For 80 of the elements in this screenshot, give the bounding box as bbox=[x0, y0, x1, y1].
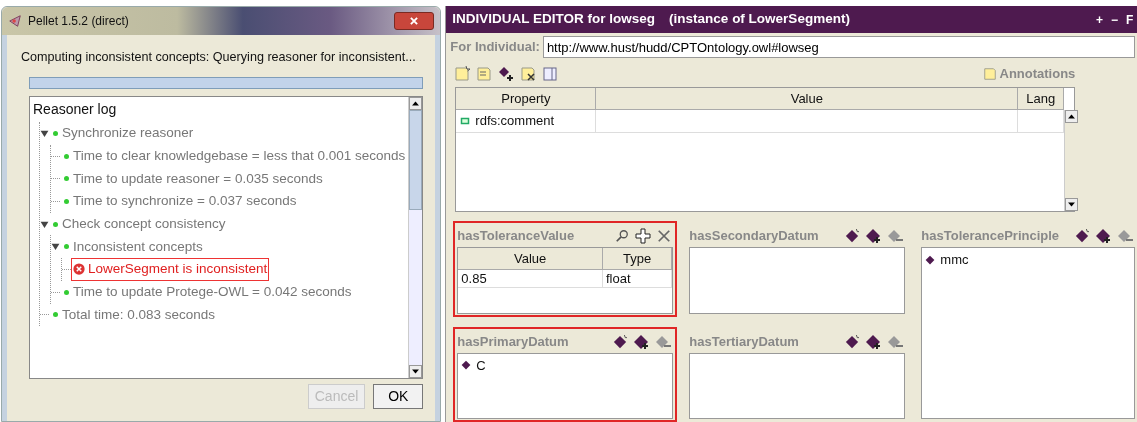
panel-icon[interactable] bbox=[542, 66, 559, 82]
log-entry[interactable]: Time to synchronize = 0.037 seconds bbox=[73, 191, 297, 212]
instance-name[interactable]: C bbox=[476, 355, 486, 375]
column-header[interactable]: Property bbox=[456, 88, 597, 110]
status-message: Computing inconsistent concepts: Querying reasoner for inconsistent... bbox=[21, 49, 416, 66]
scroll-thumb[interactable] bbox=[409, 110, 423, 210]
add-instance-icon[interactable] bbox=[1095, 228, 1112, 244]
expand-toggle-icon[interactable] bbox=[40, 128, 49, 138]
log-title: Reasoner log bbox=[33, 100, 118, 119]
field-label: For Individual: bbox=[450, 38, 540, 57]
window-title: Pellet 1.5.2 (direct) bbox=[28, 13, 129, 30]
add-icon[interactable] bbox=[635, 228, 652, 244]
status-dot bbox=[64, 289, 69, 295]
app-icon bbox=[8, 14, 22, 28]
new-instance-icon[interactable] bbox=[845, 334, 860, 349]
status-dot bbox=[64, 176, 69, 182]
header-button[interactable]: F bbox=[1126, 10, 1134, 29]
instance-icon bbox=[925, 254, 936, 265]
property-icon bbox=[459, 117, 472, 125]
add-instance-icon[interactable] bbox=[865, 228, 882, 244]
status-dot bbox=[64, 244, 69, 250]
close-icon bbox=[409, 16, 420, 26]
status-dot bbox=[64, 153, 69, 159]
panel-title: hasSecondaryDatum bbox=[689, 227, 819, 246]
scroll-down-button[interactable] bbox=[409, 365, 423, 378]
column-header[interactable]: Value bbox=[458, 248, 603, 270]
delete-note-icon[interactable] bbox=[520, 66, 537, 82]
remove-instance-icon[interactable] bbox=[655, 333, 672, 350]
status-dot bbox=[64, 198, 69, 204]
column-header[interactable]: Type bbox=[602, 248, 673, 270]
error-icon bbox=[73, 263, 85, 276]
column-header[interactable]: Lang bbox=[1018, 88, 1065, 110]
log-entry[interactable]: Time to update reasoner = 0.035 seconds bbox=[73, 168, 323, 189]
log-entry[interactable]: Time to clear knowledgebase = less that 0.001 seconds bbox=[73, 145, 406, 167]
remove-instance-icon[interactable] bbox=[1117, 228, 1134, 244]
scroll-up-button[interactable] bbox=[409, 97, 423, 110]
new-instance-icon[interactable] bbox=[845, 229, 860, 243]
expand-toggle-icon[interactable] bbox=[51, 242, 60, 252]
log-entry[interactable]: LowerSegment is inconsistent bbox=[71, 258, 270, 281]
expand-toggle-icon[interactable] bbox=[40, 219, 49, 229]
panel-title: hasPrimaryDatum bbox=[457, 332, 569, 351]
panel-title: hasTertiaryDatum bbox=[689, 332, 799, 351]
status-dot bbox=[53, 221, 58, 227]
status-dot bbox=[53, 312, 58, 318]
editor-subtitle: (instance of LowerSegment) bbox=[669, 10, 850, 29]
instance-icon bbox=[461, 360, 472, 371]
new-instance-icon[interactable] bbox=[1075, 229, 1090, 243]
header-button[interactable]: − bbox=[1110, 10, 1118, 29]
note-icon bbox=[982, 67, 997, 81]
table-cell: 0.85 bbox=[458, 270, 603, 287]
instance-name[interactable]: mmc bbox=[940, 250, 969, 270]
editor-title: INDIVIDUAL EDITOR for lowseg bbox=[452, 10, 656, 29]
header-button[interactable]: + bbox=[1095, 10, 1103, 29]
scroll-up-button[interactable] bbox=[1065, 110, 1079, 123]
remove-instance-icon[interactable] bbox=[887, 333, 904, 350]
close-button[interactable] bbox=[394, 12, 435, 30]
add-instance-icon[interactable] bbox=[498, 66, 515, 82]
log-entry[interactable]: Check concept consistency bbox=[62, 213, 226, 235]
panel-title: hasToleranceValue bbox=[457, 227, 575, 246]
table-cell-text: rdfs:comment bbox=[475, 112, 555, 130]
remove-instance-icon[interactable] bbox=[887, 228, 904, 244]
ok-button[interactable]: OK bbox=[373, 384, 424, 409]
remove-icon[interactable] bbox=[657, 229, 672, 243]
table-cell: float bbox=[602, 270, 673, 287]
scrollbar[interactable] bbox=[1064, 110, 1079, 211]
log-entry[interactable]: Synchronize reasoner bbox=[62, 123, 194, 144]
individual-field[interactable]: http://www.hust/hudd/CPTOntology.owl#lowseg bbox=[542, 36, 1136, 58]
scrollbar[interactable] bbox=[408, 97, 423, 378]
add-instance-icon[interactable] bbox=[633, 333, 650, 350]
search-icon[interactable] bbox=[615, 229, 630, 243]
status-dot bbox=[53, 130, 58, 136]
log-entry[interactable]: Inconsistent concepts bbox=[73, 236, 203, 257]
scroll-down-button[interactable] bbox=[1065, 198, 1079, 211]
column-header[interactable]: Value bbox=[596, 88, 1019, 110]
log-entry[interactable]: Time to update Protege-OWL = 0.042 seconds bbox=[73, 282, 352, 303]
new-instance-icon[interactable] bbox=[613, 334, 628, 349]
add-instance-icon[interactable] bbox=[865, 333, 882, 350]
log-entry[interactable]: Total time: 0.083 seconds bbox=[62, 304, 216, 325]
new-note-icon[interactable] bbox=[454, 66, 471, 82]
panel-title: hasTolerancePrinciple bbox=[921, 227, 1060, 246]
